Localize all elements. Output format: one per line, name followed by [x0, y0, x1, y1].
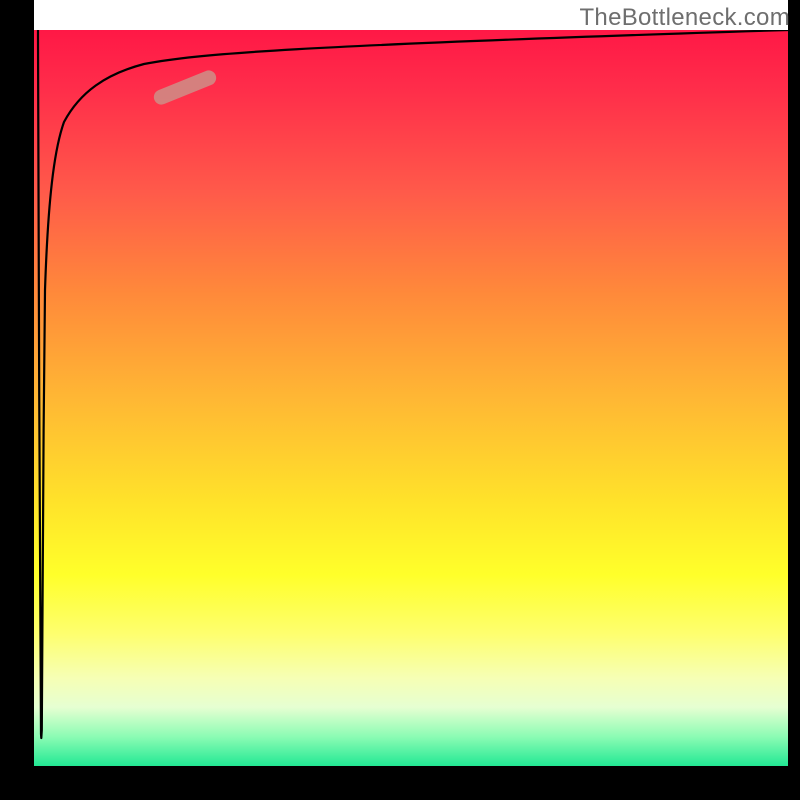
axis-bottom [0, 766, 800, 800]
chart-stage: TheBottleneck.com [0, 0, 800, 800]
curve-path [38, 30, 788, 738]
plot-area [34, 30, 788, 766]
frame-right [788, 0, 800, 800]
axis-left [0, 0, 34, 800]
curve-svg [34, 30, 788, 766]
attribution-text: TheBottleneck.com [579, 4, 790, 32]
